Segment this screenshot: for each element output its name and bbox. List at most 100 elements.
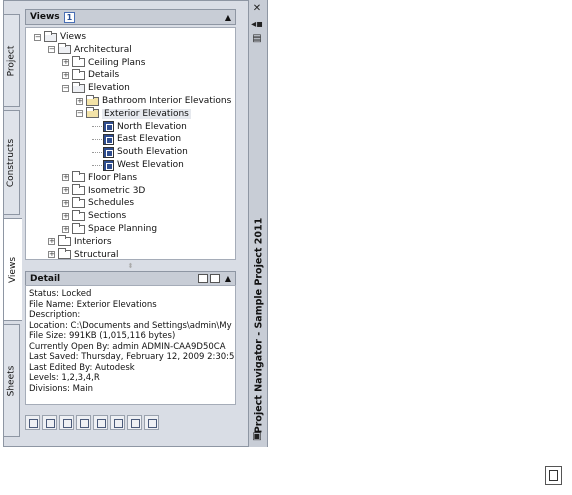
- view-icon: [103, 121, 114, 133]
- detail-collapse-icon[interactable]: ▲: [225, 274, 231, 283]
- refresh-icon[interactable]: [127, 414, 142, 430]
- expand-icon[interactable]: +: [62, 225, 69, 233]
- expand-icon[interactable]: +: [48, 251, 55, 259]
- tab-constructs-label: Constructs: [6, 138, 17, 187]
- tree-node[interactable]: − Elevation: [62, 81, 130, 94]
- tree-node[interactable]: + Details: [62, 68, 120, 81]
- tab-sheets-label: Sheets: [6, 365, 17, 396]
- tree-node-label: Bathroom Interior Elevations: [102, 96, 232, 106]
- add-detail-icon[interactable]: [42, 414, 57, 430]
- tree-node-label: Interiors: [74, 236, 112, 247]
- expand-icon[interactable]: +: [62, 212, 69, 220]
- views-toolbar: [25, 412, 160, 432]
- detail-line: Last Saved: Thursday, February 12, 2009 …: [29, 352, 236, 362]
- detail-line: Levels: 1,2,3,4,R: [29, 373, 100, 383]
- tree-node-label: North Elevation: [117, 121, 187, 132]
- folder-icon: [58, 235, 71, 247]
- palette-menu-icon[interactable]: ▣: [251, 432, 263, 442]
- tree-node[interactable]: South Elevation: [92, 146, 188, 158]
- tree-node[interactable]: + Bathroom Interior Elevations: [76, 94, 232, 107]
- collapse-icon[interactable]: −: [76, 110, 83, 118]
- tree-node-label: Details: [88, 70, 120, 81]
- collapse-icon[interactable]: −: [62, 84, 69, 92]
- tree-node[interactable]: − Exterior Elevations: [76, 107, 191, 120]
- tab-project[interactable]: Project: [3, 14, 20, 107]
- tree-node[interactable]: + Floor Plans: [62, 171, 138, 184]
- tree-node[interactable]: + Isometric 3D: [62, 184, 145, 197]
- locked-view-icon: [86, 94, 99, 106]
- expand-icon[interactable]: +: [62, 199, 69, 207]
- folder-icon: [58, 248, 71, 260]
- tree-node-label: Structural: [74, 249, 119, 260]
- tree-node[interactable]: − Architectural: [48, 43, 132, 56]
- collapse-icon[interactable]: −: [48, 46, 55, 54]
- expand-icon[interactable]: +: [48, 238, 55, 246]
- detail-view-icon[interactable]: [197, 274, 208, 283]
- tree-node[interactable]: − Views: [34, 30, 87, 43]
- tree-node[interactable]: + Structural: [48, 248, 119, 261]
- folder-icon: [72, 184, 85, 196]
- detail-panel-title: Detail: [30, 273, 61, 284]
- tree-node-label: South Elevation: [117, 147, 188, 158]
- folder-icon: [72, 171, 85, 183]
- view-icon: [103, 133, 114, 145]
- detail-text: Status: Locked File Name: Exterior Elevat…: [25, 285, 236, 405]
- properties-icon[interactable]: ▤: [251, 34, 263, 44]
- expand-icon[interactable]: +: [62, 187, 69, 195]
- tree-node-label: Exterior Elevations: [102, 108, 191, 119]
- project-navigator-icon[interactable]: [545, 466, 562, 485]
- folder-icon: [72, 222, 85, 234]
- tab-sheets[interactable]: Sheets: [3, 324, 20, 437]
- open-icon[interactable]: [76, 414, 91, 430]
- open-folder-icon: [58, 43, 71, 55]
- views-panel-title: Views: [30, 12, 60, 22]
- tree-node-label: Views: [60, 32, 87, 42]
- tree-node[interactable]: + Interiors: [48, 235, 112, 248]
- tree-node-label: Floor Plans: [88, 172, 138, 183]
- tree-node[interactable]: North Elevation: [92, 121, 187, 133]
- tree-node[interactable]: + Ceiling Plans: [62, 56, 146, 69]
- tab-views[interactable]: Views: [3, 218, 22, 321]
- detail-line: Status: Locked: [29, 289, 92, 299]
- palette-title: Project Navigator - Sample Project 2011: [253, 217, 265, 434]
- views-panel-header[interactable]: Views 1 ▲: [25, 9, 236, 25]
- preview-icon[interactable]: [209, 274, 220, 283]
- expand-icon[interactable]: +: [76, 97, 83, 105]
- views-tree[interactable]: − Views − Architectural + Ceiling Plans + Detai…: [25, 27, 236, 260]
- regenerate-icon[interactable]: [93, 414, 108, 430]
- collapse-icon[interactable]: −: [34, 33, 41, 41]
- tree-node[interactable]: + Space Planning: [62, 222, 158, 235]
- tree-node[interactable]: + Schedules: [62, 196, 135, 209]
- tree-node-label: West Elevation: [117, 160, 184, 170]
- tree-node-label: Sections: [88, 211, 127, 222]
- detail-line: Last Edited By: Autodesk: [29, 362, 135, 373]
- detail-line: File Size: 991KB (1,015,116 bytes): [29, 331, 176, 341]
- expand-icon[interactable]: +: [62, 59, 69, 67]
- tree-node[interactable]: East Elevation: [92, 133, 181, 145]
- tree-node[interactable]: West Elevation: [92, 159, 184, 171]
- tree-node-label: Space Planning: [88, 224, 158, 234]
- expand-icon[interactable]: +: [62, 174, 69, 182]
- autohide-icon[interactable]: ◂▪: [251, 20, 263, 30]
- add-view-icon[interactable]: [25, 414, 40, 430]
- tree-node[interactable]: + Sections: [62, 209, 127, 222]
- tree-node-label: Ceiling Plans: [88, 57, 146, 68]
- close-icon[interactable]: ✕: [251, 4, 263, 14]
- views-count-badge: 1: [63, 11, 76, 23]
- folder-icon: [72, 196, 85, 208]
- expand-icon[interactable]: +: [62, 71, 69, 79]
- tab-constructs[interactable]: Constructs: [3, 110, 20, 215]
- folder-icon: [72, 56, 85, 68]
- panel-splitter[interactable]: ⬍: [25, 262, 236, 270]
- views-collapse-icon[interactable]: ▲: [225, 13, 231, 22]
- repath-icon[interactable]: [144, 414, 159, 430]
- tree-node-label: East Elevation: [117, 134, 182, 145]
- tree-node-label: Elevation: [88, 83, 130, 94]
- palette-titlebar[interactable]: Project Navigator - Sample Project 2011: [248, 0, 267, 447]
- properties-icon[interactable]: [110, 414, 125, 430]
- add-section-icon[interactable]: [59, 414, 74, 430]
- open-folder-icon: [44, 30, 57, 42]
- detail-panel-header[interactable]: Detail ▲: [25, 271, 236, 286]
- tree-node-label: Schedules: [88, 198, 135, 209]
- folder-icon: [72, 68, 85, 80]
